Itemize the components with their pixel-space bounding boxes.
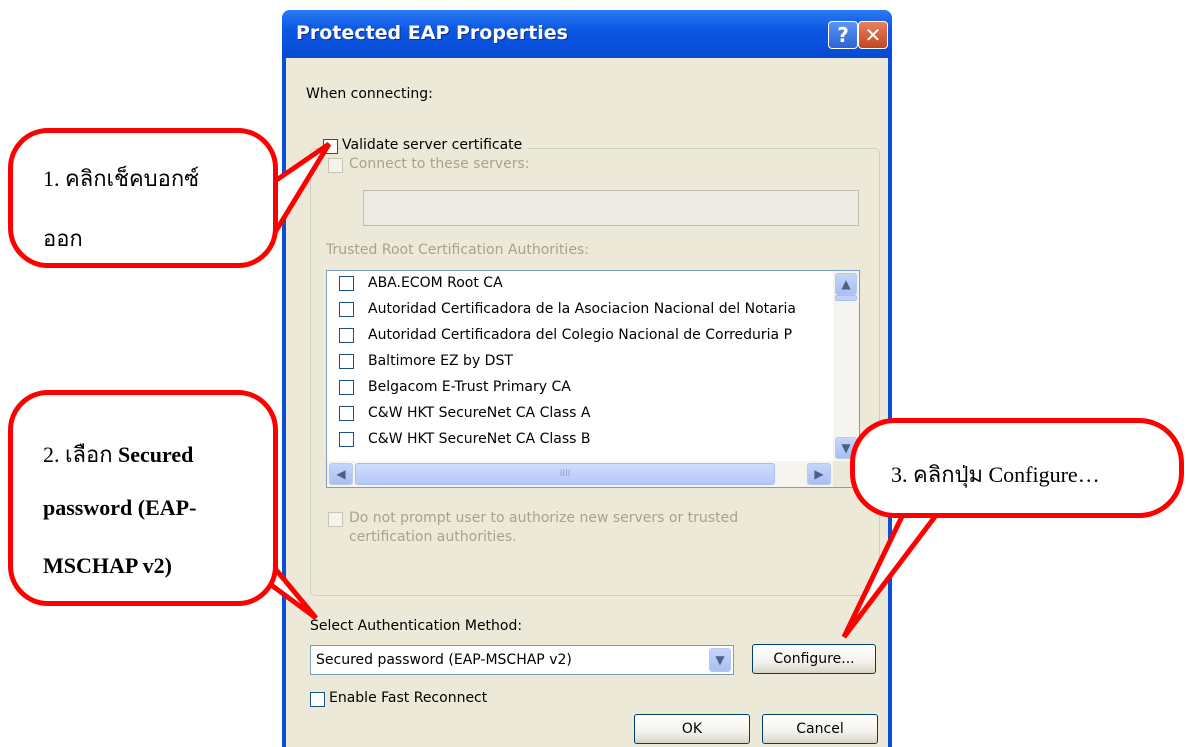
- callout-2-bold: Secured: [118, 442, 194, 467]
- callout-3-text: 3. คลิกปุ่ม Configure…: [891, 462, 1100, 487]
- callout-3-pointer: [841, 505, 945, 639]
- callout-step-3: 3. คลิกปุ่ม Configure…: [850, 418, 1184, 518]
- callout-pointers: [235, 141, 945, 639]
- callout-2-line1: 2. เลือก Secured: [43, 437, 193, 472]
- callout-2-prefix: 2. เลือก: [43, 442, 119, 467]
- callout-step-2: 2. เลือก Secured password (EAP- MSCHAP v…: [8, 390, 278, 606]
- callout-1-line2: ออก: [43, 226, 83, 251]
- callout-2-line2: password (EAP-: [43, 495, 197, 520]
- callout-1-line1: 1. คลิกเช็คบอกซ์: [43, 166, 200, 191]
- callout-2-line3: MSCHAP v2): [43, 553, 172, 578]
- callout-step-1: 1. คลิกเช็คบอกซ์ ออก: [8, 128, 278, 268]
